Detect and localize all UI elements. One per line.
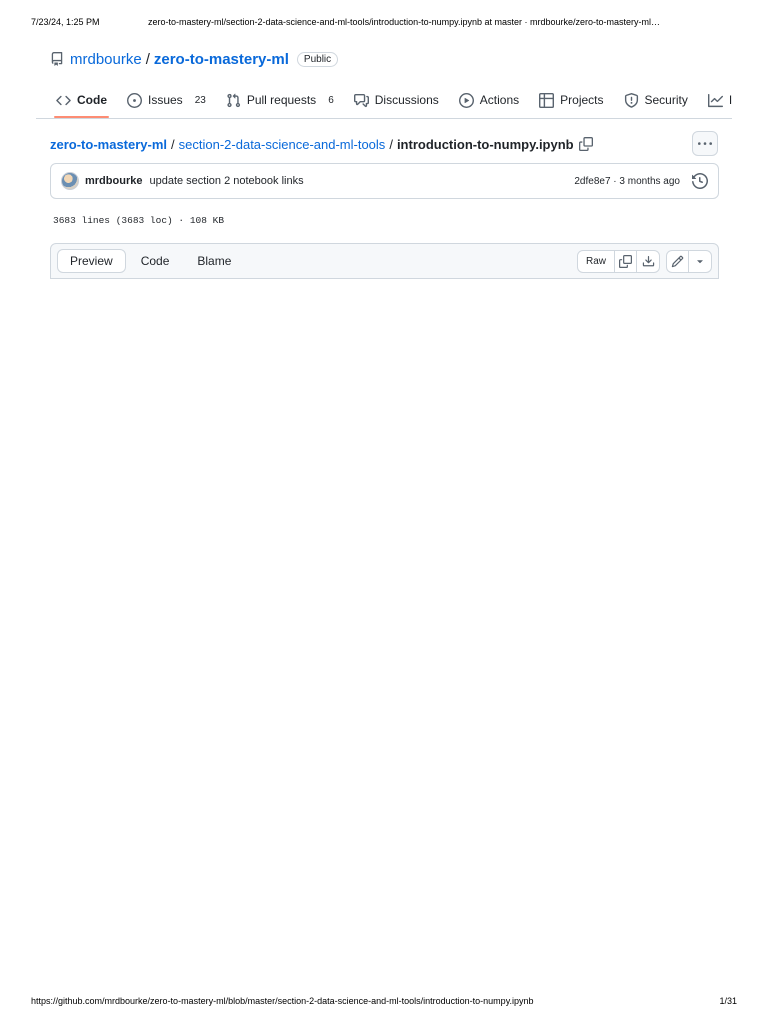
raw-actions-group: Raw — [576, 249, 660, 273]
edit-dropdown-button[interactable] — [689, 251, 711, 272]
download-button[interactable] — [637, 251, 659, 272]
visibility-badge: Public — [296, 51, 339, 67]
more-options-button[interactable] — [692, 131, 718, 156]
blame-button[interactable]: Blame — [184, 249, 244, 273]
tab-label: Pull requests — [246, 93, 317, 107]
copy-raw-button[interactable] — [615, 250, 637, 272]
shield-icon — [624, 92, 639, 108]
edit-button[interactable] — [667, 250, 689, 272]
raw-button[interactable]: Raw — [578, 250, 615, 272]
tab-label: In — [728, 93, 732, 107]
commit-meta[interactable]: 2dfe8e7 · 3 months ago — [574, 176, 680, 187]
discussions-icon — [353, 93, 369, 108]
pull-requests-count: 6 — [328, 94, 334, 106]
code-icon — [56, 93, 71, 108]
tab-pull-requests[interactable]: Pull requests 6 — [226, 93, 334, 108]
graph-icon — [707, 93, 723, 108]
latest-commit-box: mrdbourke update section 2 notebook link… — [50, 163, 719, 199]
breadcrumb-folder-link[interactable]: section-2-data-science-and-ml-tools — [179, 137, 386, 152]
repo-name-link[interactable]: zero-to-mastery-ml — [154, 51, 289, 68]
copy-path-icon[interactable] — [578, 137, 593, 151]
breadcrumb-separator: / — [389, 136, 393, 152]
edit-actions-group — [666, 249, 712, 273]
copy-icon — [619, 254, 632, 268]
print-page-number: 1/31 — [719, 996, 737, 1006]
breadcrumb-file-name: introduction-to-numpy.ipynb — [396, 136, 574, 152]
pencil-icon — [671, 255, 684, 268]
repo-icon — [50, 52, 64, 66]
tab-code[interactable]: Code — [54, 93, 109, 118]
issue-icon — [127, 92, 142, 108]
tab-projects[interactable]: Projects — [539, 92, 604, 108]
tab-label: Projects — [560, 93, 604, 107]
commit-message[interactable]: update section 2 notebook links — [149, 175, 574, 187]
commit-author[interactable]: mrdbourke — [85, 175, 142, 187]
tab-insights[interactable]: In — [707, 93, 732, 108]
repo-owner-link[interactable]: mrdbourke — [70, 51, 142, 68]
table-icon — [539, 92, 555, 108]
breadcrumb-repo-link[interactable]: zero-to-mastery-ml — [50, 137, 167, 152]
repo-separator: / — [145, 50, 150, 68]
avatar[interactable] — [61, 172, 79, 190]
repo-heading: mrdbourke / zero-to-mastery-ml Public — [50, 49, 339, 69]
file-stats: 3683 lines (3683 loc) · 108 KB — [53, 215, 225, 226]
tab-issues[interactable]: Issues 23 — [127, 92, 206, 108]
print-datetime: 7/23/24, 1:25 PM — [31, 17, 100, 27]
tab-label: Issues — [148, 93, 183, 107]
tab-security[interactable]: Security — [624, 92, 688, 108]
download-icon — [642, 255, 655, 268]
triangle-down-icon — [694, 255, 706, 267]
code-view-button[interactable]: Code — [128, 249, 183, 273]
tab-discussions[interactable]: Discussions — [353, 93, 439, 108]
print-page-title: zero-to-mastery-ml/section-2-data-scienc… — [148, 17, 660, 27]
tab-label: Actions — [479, 93, 520, 107]
breadcrumb-separator: / — [171, 136, 175, 152]
print-header: 7/23/24, 1:25 PM zero-to-mastery-ml/sect… — [31, 17, 737, 27]
file-breadcrumb: zero-to-mastery-ml / section-2-data-scie… — [50, 136, 593, 152]
tab-label: Code — [77, 93, 107, 107]
pull-request-icon — [226, 93, 241, 108]
issues-count: 23 — [194, 94, 206, 106]
tab-label: Security — [644, 93, 688, 107]
print-url: https://github.com/mrdbourke/zero-to-mas… — [31, 996, 534, 1006]
repo-nav-tabs: Code Issues 23 Pull requests 6 Discussio… — [36, 82, 732, 119]
tab-label: Discussions — [374, 93, 439, 107]
view-switcher: Preview Code Blame — [57, 249, 246, 273]
play-icon — [458, 92, 474, 108]
kebab-horizontal-icon — [698, 137, 712, 151]
history-icon[interactable] — [692, 173, 708, 189]
preview-button[interactable]: Preview — [57, 249, 126, 273]
tab-actions[interactable]: Actions — [458, 92, 520, 108]
print-footer: https://github.com/mrdbourke/zero-to-mas… — [31, 996, 737, 1006]
file-toolbar: Preview Code Blame Raw — [50, 243, 719, 279]
